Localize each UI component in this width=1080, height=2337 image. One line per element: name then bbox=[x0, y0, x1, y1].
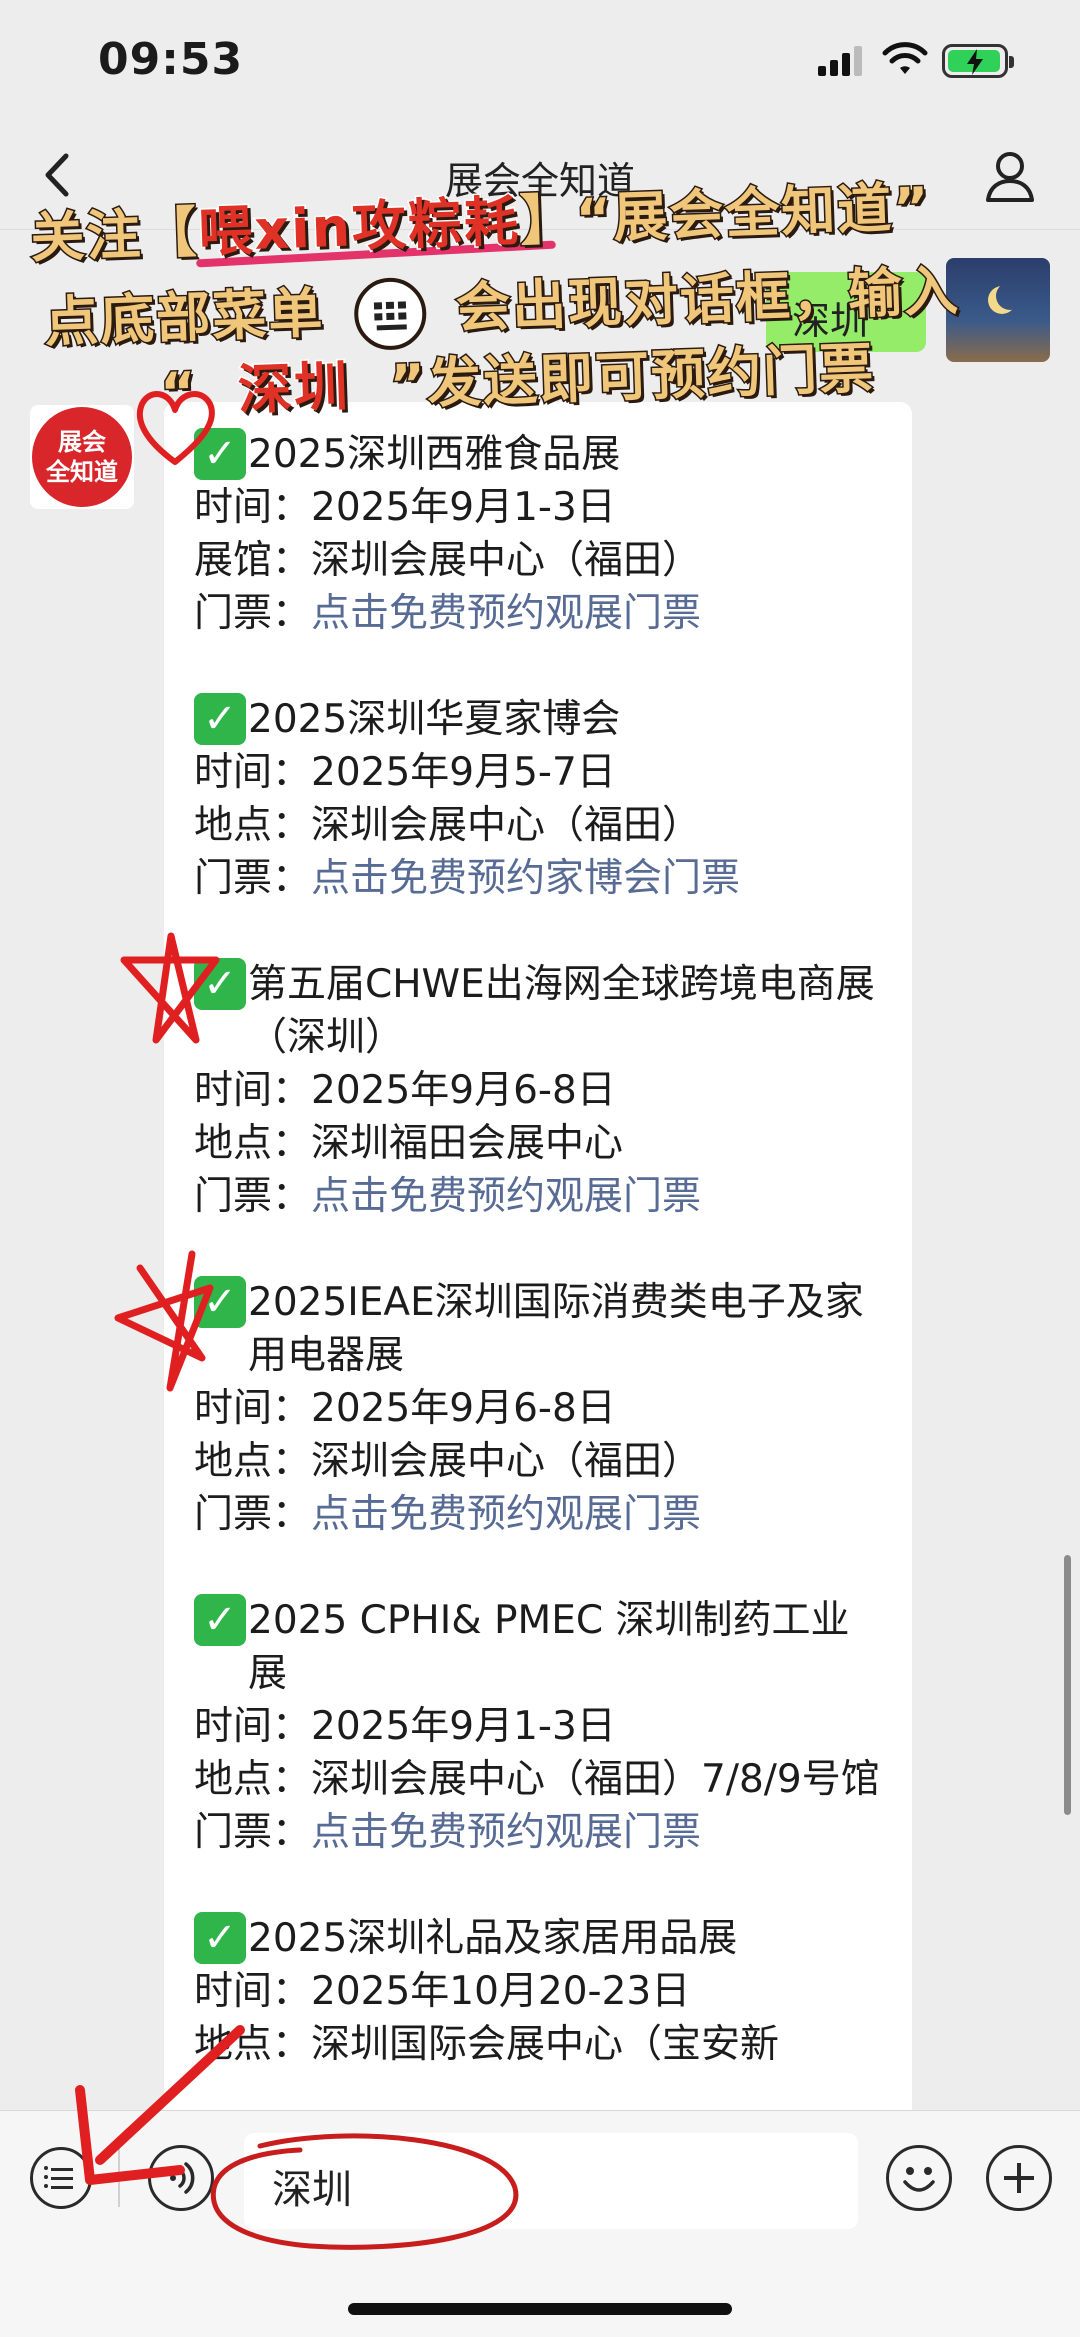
check-mark-icon: ✓ bbox=[194, 1912, 246, 1964]
ticket-label: 门票： bbox=[194, 856, 312, 901]
row-value: 深圳会展中心（福田）7/8/9号馆 bbox=[311, 1757, 880, 1802]
row-value: 2025年9月6-8日 bbox=[311, 1386, 616, 1431]
check-mark-icon: ✓ bbox=[194, 693, 246, 745]
wifi-icon bbox=[882, 42, 928, 74]
row-value: 深圳国际会展中心（宝安新 bbox=[311, 2022, 780, 2067]
ticket-link[interactable]: 点击免费预约观展门票 bbox=[311, 1810, 701, 1855]
message-input[interactable]: 深圳 bbox=[244, 2133, 858, 2229]
check-mark-icon: ✓ bbox=[194, 958, 246, 1010]
promo-text: 关注【 bbox=[28, 199, 201, 271]
row-value: 2025年9月1-3日 bbox=[311, 1704, 616, 1749]
row-label: 时间： bbox=[194, 485, 312, 530]
user-avatar[interactable] bbox=[946, 258, 1050, 362]
voice-icon[interactable] bbox=[148, 2145, 214, 2211]
ticket-link[interactable]: 点击免费预约观展门票 bbox=[311, 591, 701, 636]
cellular-signal-icon bbox=[818, 46, 862, 76]
row-value: 2025年9月1-3日 bbox=[311, 485, 616, 530]
row-label: 时间： bbox=[194, 1386, 312, 1431]
exhibition-item: ✓ 2025IEAE深圳国际消费类电子及家用电器展 时间：2025年9月6-8日 … bbox=[194, 1276, 882, 1541]
account-avatar[interactable]: 展会 全知道 bbox=[30, 405, 134, 509]
row-label: 地点： bbox=[194, 1757, 312, 1802]
input-bar: 深圳 bbox=[0, 2110, 1080, 2337]
row-value: 2025年9月6-8日 bbox=[311, 1068, 616, 1113]
exhibition-title: 2025深圳西雅食品展 bbox=[248, 432, 621, 477]
input-divider bbox=[118, 2147, 120, 2207]
promo-text: ”发送即可预约门票 bbox=[387, 335, 877, 418]
plus-icon[interactable] bbox=[986, 2145, 1052, 2211]
row-label: 地点： bbox=[194, 803, 312, 848]
exhibition-title: 第五届CHWE出海网全球跨境电商展（深圳） bbox=[248, 962, 875, 1060]
status-bar: 09:53 bbox=[0, 0, 1080, 120]
promo-text: 点底部菜单 bbox=[42, 280, 327, 356]
row-value: 2025年10月20-23日 bbox=[311, 1969, 691, 2014]
menu-list-icon[interactable] bbox=[30, 2147, 92, 2209]
ticket-label: 门票： bbox=[194, 1810, 312, 1855]
account-avatar-line1: 展会 bbox=[58, 428, 106, 456]
ticket-label: 门票： bbox=[194, 591, 312, 636]
ticket-link[interactable]: 点击免费预约家博会门票 bbox=[311, 856, 740, 901]
emoji-icon[interactable] bbox=[886, 2145, 952, 2211]
promo-text: 会出现对话框，输入 bbox=[454, 258, 963, 342]
row-label: 时间： bbox=[194, 1068, 312, 1113]
ticket-link[interactable]: 点击免费预约观展门票 bbox=[311, 1492, 701, 1537]
row-value: 深圳会展中心（福田） bbox=[311, 803, 702, 848]
exhibition-title: 2025IEAE深圳国际消费类电子及家用电器展 bbox=[248, 1280, 864, 1378]
ticket-label: 门票： bbox=[194, 1174, 312, 1219]
promo-keyword: 深圳 bbox=[235, 353, 352, 423]
row-value: 深圳福田会展中心 bbox=[311, 1121, 624, 1166]
exhibition-item: ✓ 2025深圳礼品及家居用品展 时间：2025年10月20-23日 地点：深圳国… bbox=[194, 1912, 882, 2071]
battery-icon bbox=[942, 44, 1014, 78]
promo-text: 】“展会全知道” bbox=[517, 174, 933, 254]
promo-text: “ bbox=[158, 359, 201, 426]
row-label: 地点： bbox=[194, 1121, 312, 1166]
account-avatar-line2: 全知道 bbox=[46, 458, 118, 486]
home-indicator bbox=[348, 2303, 732, 2315]
row-value: 深圳会展中心（福田） bbox=[311, 1439, 702, 1484]
promo-account-name: 喂xin攻粽耗 bbox=[196, 188, 523, 265]
ticket-link[interactable]: 点击免费预约观展门票 bbox=[311, 1174, 701, 1219]
received-message-bubble[interactable]: ✓ 2025深圳西雅食品展 时间：2025年9月1-3日 展馆：深圳会展中心（福田… bbox=[164, 402, 912, 2122]
scrollbar[interactable] bbox=[1064, 1555, 1071, 1815]
row-label: 时间： bbox=[194, 1704, 312, 1749]
status-time: 09:53 bbox=[98, 34, 244, 85]
exhibition-item: ✓ 2025深圳西雅食品展 时间：2025年9月1-3日 展馆：深圳会展中心（福田… bbox=[194, 428, 882, 640]
exhibition-item: ✓ 2025 CPHI& PMEC 深圳制药工业展 时间：2025年9月1-3日 … bbox=[194, 1594, 882, 1859]
row-label: 时间： bbox=[194, 750, 312, 795]
profile-icon[interactable] bbox=[982, 148, 1038, 204]
exhibition-title: 2025 CPHI& PMEC 深圳制药工业展 bbox=[248, 1598, 850, 1696]
row-value: 深圳会展中心（福田） bbox=[311, 538, 702, 583]
exhibition-title: 2025深圳华夏家博会 bbox=[248, 697, 621, 742]
row-label: 时间： bbox=[194, 1969, 312, 2014]
ticket-label: 门票： bbox=[194, 1492, 312, 1537]
exhibition-item: ✓ 第五届CHWE出海网全球跨境电商展（深圳） 时间：2025年9月6-8日 地点… bbox=[194, 958, 882, 1223]
row-label: 地点： bbox=[194, 2022, 312, 2067]
check-mark-icon: ✓ bbox=[194, 428, 246, 480]
row-label: 展馆： bbox=[194, 538, 312, 583]
row-label: 地点： bbox=[194, 1439, 312, 1484]
exhibition-title: 2025深圳礼品及家居用品展 bbox=[248, 1916, 738, 1961]
row-value: 2025年9月5-7日 bbox=[311, 750, 616, 795]
check-mark-icon: ✓ bbox=[194, 1276, 246, 1328]
exhibition-item: ✓ 2025深圳华夏家博会 时间：2025年9月5-7日 地点：深圳会展中心（福田… bbox=[194, 693, 882, 905]
check-mark-icon: ✓ bbox=[194, 1594, 246, 1646]
